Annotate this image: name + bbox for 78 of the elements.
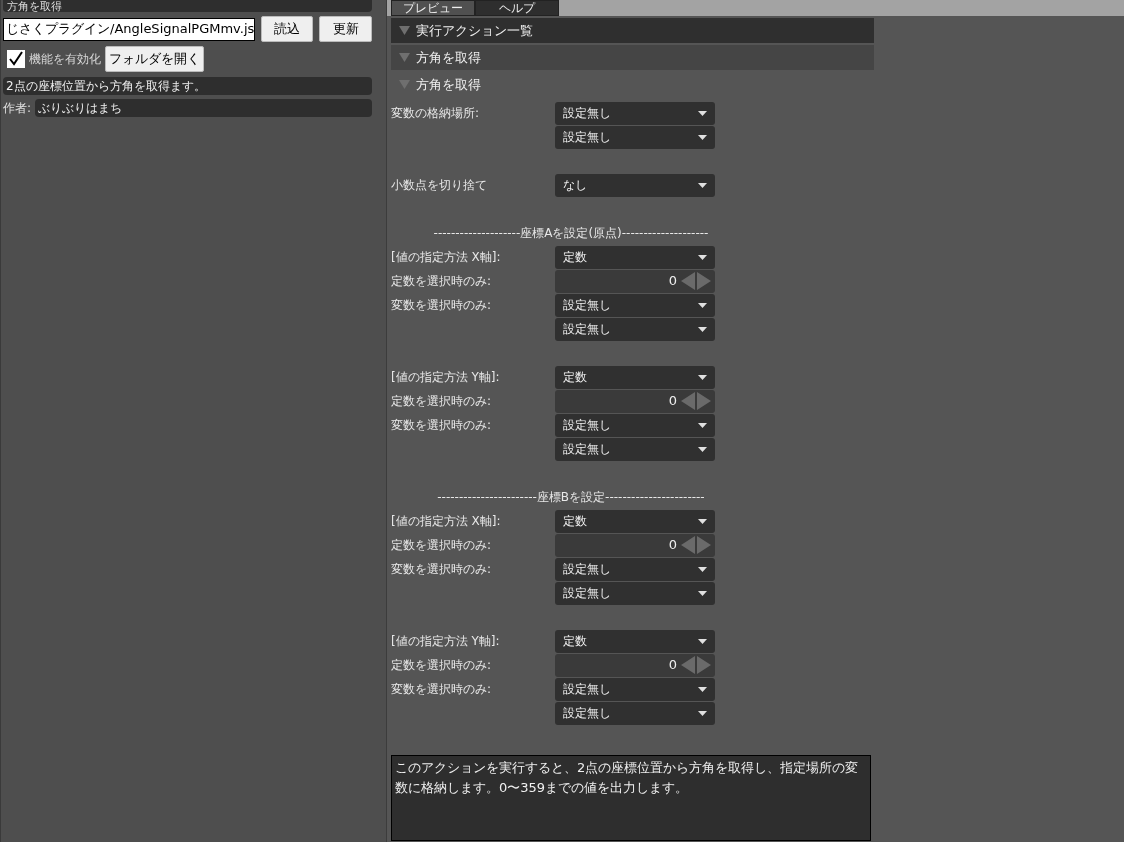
decrement-arrow-icon[interactable]: [681, 392, 695, 410]
tab[interactable]: ヘルプ: [475, 0, 559, 16]
collapse-triangle-icon: [399, 26, 410, 35]
collapse-triangle-icon: [399, 80, 410, 89]
increment-arrow-icon[interactable]: [697, 656, 711, 674]
field-label: 定数を選択時のみ:: [391, 537, 493, 554]
dropdown[interactable]: 設定無し: [555, 557, 715, 581]
field-label: 変数を選択時のみ:: [391, 561, 493, 578]
update-button[interactable]: 更新: [319, 16, 372, 42]
increment-arrow-icon[interactable]: [697, 536, 711, 554]
dropdown[interactable]: 定数: [555, 245, 715, 269]
section-header[interactable]: 方角を取得: [391, 45, 874, 70]
caret-down-icon: [698, 182, 707, 188]
caret-down-icon: [698, 638, 707, 644]
section-header[interactable]: 実行アクション一覧: [391, 18, 874, 43]
number-field[interactable]: 0: [668, 535, 677, 555]
field-label: [値の指定方法 Y軸]:: [391, 633, 501, 650]
dropdown[interactable]: なし: [555, 173, 715, 197]
dropdown[interactable]: 設定無し: [555, 125, 715, 149]
dropdown[interactable]: 定数: [555, 509, 715, 533]
tab[interactable]: プレビュー: [391, 0, 475, 16]
dropdown[interactable]: 設定無し: [555, 413, 715, 437]
dropdown[interactable]: 定数: [555, 629, 715, 653]
caret-down-icon: [698, 566, 707, 572]
increment-arrow-icon[interactable]: [697, 272, 711, 290]
author-name: ぶりぶりはまち: [35, 99, 372, 117]
caret-down-icon: [698, 710, 707, 716]
author-label: 作者:: [3, 100, 32, 117]
help-text-box: このアクションを実行すると、2点の座標位置から方角を取得し、指定場所の変数に格納します。0〜359までの値を出力します。: [391, 755, 871, 841]
dropdown[interactable]: 設定無し: [555, 317, 715, 341]
load-button[interactable]: 読込: [261, 16, 313, 42]
collapse-triangle-icon: [399, 53, 410, 62]
dropdown[interactable]: 設定無し: [555, 101, 715, 125]
number-field[interactable]: 0: [668, 391, 677, 411]
field-label: 定数を選択時のみ:: [391, 393, 493, 410]
field-label: 小数点を切り捨て: [391, 177, 488, 194]
plugin-title-bar: 方角を取得: [3, 0, 372, 12]
number-field[interactable]: 0: [668, 271, 677, 291]
field-label: [値の指定方法 X軸]:: [391, 249, 502, 266]
caret-down-icon: [698, 518, 707, 524]
field-label: 変数を選択時のみ:: [391, 297, 493, 314]
section-divider-text: -----------------------座標Bを設定-----------------------: [437, 489, 705, 506]
caret-down-icon: [698, 422, 707, 428]
field-label: 定数を選択時のみ:: [391, 657, 493, 674]
caret-down-icon: [698, 686, 707, 692]
caret-down-icon: [698, 302, 707, 308]
number-field[interactable]: 0: [668, 655, 677, 675]
caret-down-icon: [698, 326, 707, 332]
section-header[interactable]: 方角を取得: [391, 72, 874, 97]
decrement-arrow-icon[interactable]: [681, 272, 695, 290]
dropdown[interactable]: 設定無し: [555, 701, 715, 725]
dropdown[interactable]: 定数: [555, 365, 715, 389]
dropdown[interactable]: 設定無し: [555, 581, 715, 605]
decrement-arrow-icon[interactable]: [681, 536, 695, 554]
caret-down-icon: [698, 374, 707, 380]
enable-label: 機能を有効化: [29, 51, 101, 68]
caret-down-icon: [698, 134, 707, 140]
open-folder-button[interactable]: フォルダを開く: [105, 46, 204, 72]
field-label: 変数を選択時のみ:: [391, 681, 493, 698]
caret-down-icon: [698, 590, 707, 596]
decrement-arrow-icon[interactable]: [681, 656, 695, 674]
caret-down-icon: [698, 110, 707, 116]
plugin-description: 2点の座標位置から方角を取得ます。: [3, 77, 372, 95]
caret-down-icon: [698, 446, 707, 452]
field-label: 変数を選択時のみ:: [391, 417, 493, 434]
field-label: 定数を選択時のみ:: [391, 273, 493, 290]
increment-arrow-icon[interactable]: [697, 392, 711, 410]
check-icon: [8, 51, 24, 67]
file-path-field[interactable]: じさくプラグイン/AngleSignalPGMmv.js: [3, 17, 255, 41]
field-label: 変数の格納場所:: [391, 105, 481, 122]
caret-down-icon: [698, 254, 707, 260]
dropdown[interactable]: 設定無し: [555, 437, 715, 461]
dropdown[interactable]: 設定無し: [555, 293, 715, 317]
dropdown[interactable]: 設定無し: [555, 677, 715, 701]
field-label: [値の指定方法 X軸]:: [391, 513, 502, 530]
enable-checkbox[interactable]: [7, 50, 25, 68]
section-divider-text: --------------------座標Aを設定(原点)--------------------: [433, 225, 709, 242]
field-label: [値の指定方法 Y軸]:: [391, 369, 501, 386]
